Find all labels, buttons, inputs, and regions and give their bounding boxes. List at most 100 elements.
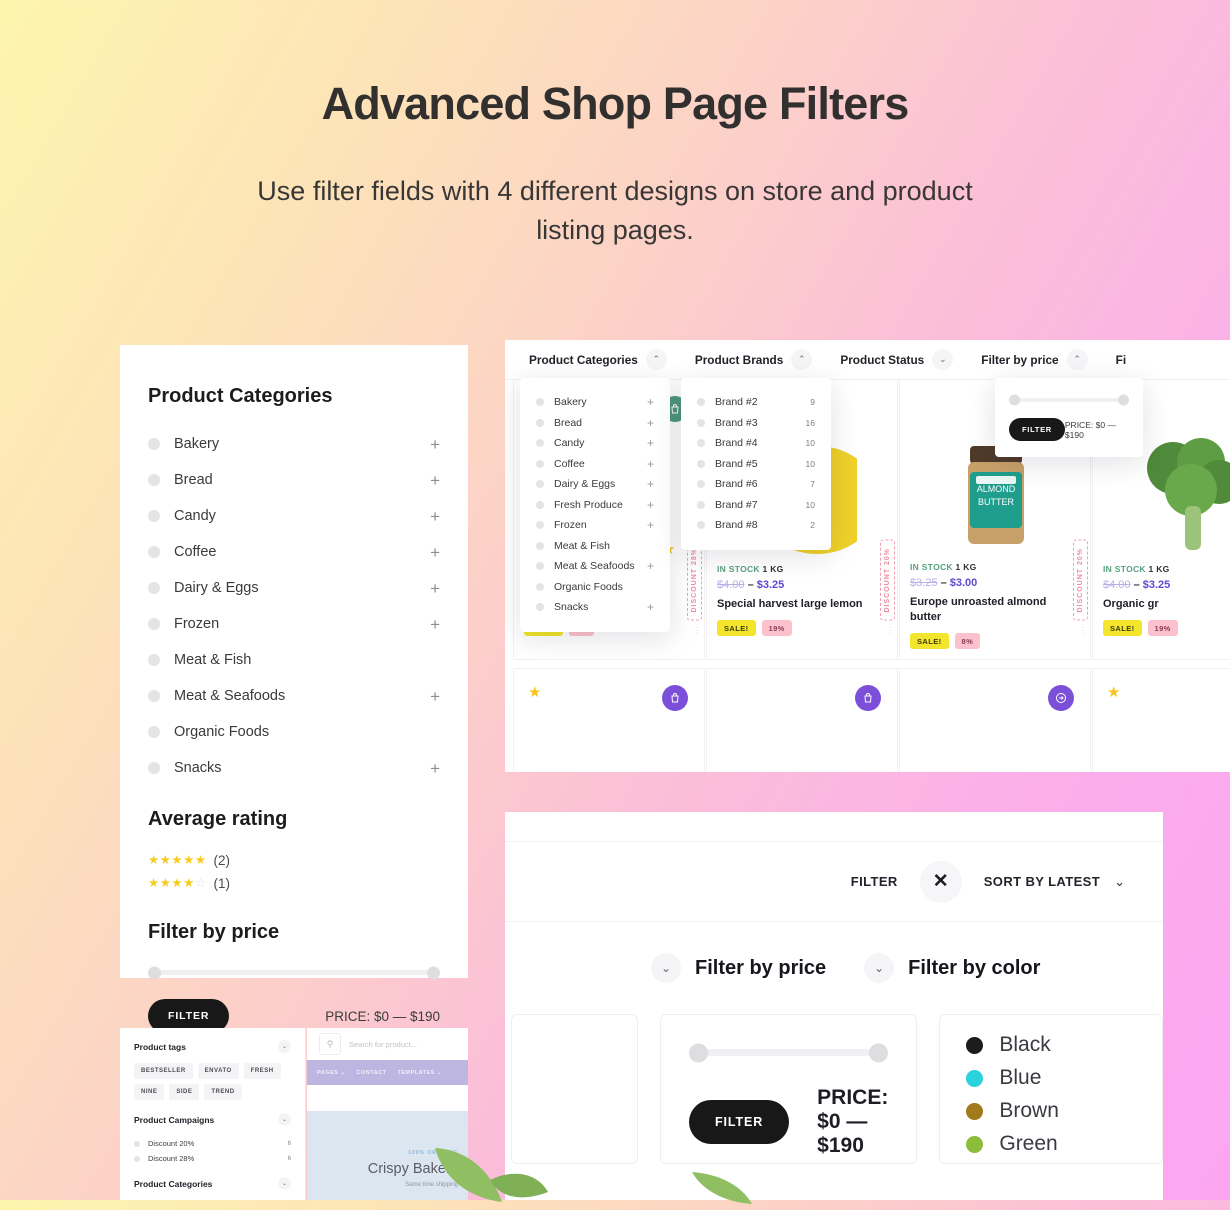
- mini-nav-item[interactable]: PAGES ⌄: [317, 1070, 345, 1076]
- plus-icon[interactable]: +: [430, 544, 440, 561]
- chevron-down-icon[interactable]: ⌄: [864, 953, 895, 983]
- plus-icon[interactable]: +: [647, 396, 654, 408]
- dropdown-price-slider[interactable]: [1009, 394, 1129, 406]
- dropdown-price-max-handle[interactable]: [1118, 394, 1129, 406]
- dropdown-brand-row[interactable]: Brand #2 9: [697, 392, 815, 413]
- search-icon[interactable]: ⚲: [319, 1033, 341, 1055]
- price-range-slider[interactable]: [148, 966, 440, 979]
- dropdown-category-row[interactable]: Fresh Produce +: [536, 495, 654, 516]
- mini-campaigns-header[interactable]: Product Campaigns ⌄: [134, 1113, 291, 1126]
- mini-nav-item[interactable]: TEMPLATES ⌄: [397, 1070, 442, 1076]
- dropdown-category-row[interactable]: Meat & Seafoods +: [536, 556, 654, 577]
- dropdown-brand-row[interactable]: Brand #6 7: [697, 474, 815, 495]
- color-filter-row[interactable]: Blue: [966, 1066, 1136, 1090]
- dropdown-category-row[interactable]: Bread +: [536, 413, 654, 434]
- sidebar-category-row[interactable]: Frozen +: [148, 610, 440, 638]
- price-slider-min-handle[interactable]: [148, 966, 161, 979]
- dropdown-brand-row[interactable]: Brand #4 10: [697, 433, 815, 454]
- product-tag[interactable]: BESTSELLER: [134, 1063, 193, 1079]
- sidebar-category-row[interactable]: Organic Foods: [148, 718, 440, 746]
- dropdown-category-row[interactable]: Meat & Fish: [536, 536, 654, 557]
- plus-icon[interactable]: +: [430, 436, 440, 453]
- dropdown-brand-row[interactable]: Brand #8 2: [697, 515, 815, 536]
- dropdown-price-min-handle[interactable]: [1009, 394, 1020, 406]
- bottom-price-max-handle[interactable]: [869, 1043, 889, 1062]
- dropdown-category-row[interactable]: Coffee +: [536, 454, 654, 475]
- color-filter-row[interactable]: Brown: [966, 1099, 1136, 1123]
- color-filter-row[interactable]: Green: [966, 1132, 1136, 1156]
- product-title[interactable]: Organic gr: [1103, 597, 1230, 611]
- plus-icon[interactable]: +: [647, 478, 654, 490]
- filter-bar-item-3[interactable]: Filter by price ⌃: [967, 349, 1101, 370]
- mini-nav-item[interactable]: CONTACT: [356, 1070, 386, 1076]
- dropdown-category-row[interactable]: Organic Foods: [536, 577, 654, 598]
- dropdown-category-row[interactable]: Candy +: [536, 433, 654, 454]
- drag-handle-dots[interactable]: ⋮: [1079, 627, 1087, 635]
- drag-handle-dots[interactable]: ⋮: [693, 627, 701, 635]
- drag-handle-dots[interactable]: ⋮: [886, 627, 894, 635]
- bottom-filter-header-1[interactable]: ⌄ Filter by color: [864, 953, 1040, 983]
- dropdown-category-row[interactable]: Dairy & Eggs +: [536, 474, 654, 495]
- sidebar-category-row[interactable]: Bread +: [148, 466, 440, 494]
- dropdown-filter-button[interactable]: FILTER: [1009, 418, 1065, 441]
- chevron-down-icon[interactable]: ⌄: [278, 1113, 291, 1126]
- campaign-row[interactable]: Discount 20% 6: [134, 1136, 291, 1151]
- sidebar-category-row[interactable]: Meat & Fish: [148, 646, 440, 674]
- sidebar-category-row[interactable]: Dairy & Eggs +: [148, 574, 440, 602]
- bottom-filter-label[interactable]: FILTER: [851, 874, 898, 889]
- plus-icon[interactable]: +: [647, 560, 654, 572]
- dropdown-category-row[interactable]: Bakery +: [536, 392, 654, 413]
- plus-icon[interactable]: +: [430, 616, 440, 633]
- bottom-filter-header-0[interactable]: ⌄ Filter by price: [651, 953, 826, 983]
- product-tag[interactable]: ENVATO: [197, 1063, 239, 1079]
- plus-icon[interactable]: +: [430, 760, 440, 777]
- mini-search-bar[interactable]: ⚲ Search for product...: [307, 1028, 468, 1060]
- plus-icon[interactable]: +: [647, 519, 654, 531]
- sidebar-category-row[interactable]: Bakery +: [148, 430, 440, 458]
- chevron-up-icon[interactable]: ⌃: [645, 349, 667, 370]
- product-card[interactable]: Organic: [899, 668, 1091, 772]
- product-tag[interactable]: SIDE: [169, 1084, 200, 1100]
- product-tag[interactable]: FRESH: [243, 1063, 281, 1079]
- campaign-row[interactable]: Discount 28% 6: [134, 1151, 291, 1166]
- chevron-down-icon[interactable]: ⌄: [278, 1040, 291, 1053]
- chevron-down-icon[interactable]: ⌄: [932, 349, 954, 370]
- plus-icon[interactable]: +: [647, 417, 654, 429]
- shopping-bag-icon[interactable]: [855, 685, 881, 711]
- product-tag[interactable]: NINE: [134, 1084, 165, 1100]
- dropdown-brand-row[interactable]: Brand #5 10: [697, 454, 815, 475]
- plus-icon[interactable]: +: [647, 437, 654, 449]
- mini-categories-header[interactable]: Product Categories ⌄: [134, 1177, 291, 1190]
- product-tag[interactable]: TREND: [204, 1084, 242, 1100]
- product-card[interactable]: GreatValueP★: [1092, 668, 1230, 772]
- close-icon[interactable]: ✕: [919, 860, 962, 903]
- filter-bar-item-1[interactable]: Product Brands ⌃: [681, 349, 827, 370]
- price-slider-max-handle[interactable]: [427, 966, 440, 979]
- sidebar-category-row[interactable]: Snacks +: [148, 754, 440, 782]
- plus-icon[interactable]: +: [430, 472, 440, 489]
- rating-row[interactable]: ★★★★★ (2): [148, 853, 440, 868]
- dropdown-brand-row[interactable]: Brand #7 10: [697, 495, 815, 516]
- mini-tags-header[interactable]: Product tags ⌄: [134, 1040, 291, 1053]
- plus-icon[interactable]: +: [647, 458, 654, 470]
- chevron-down-icon[interactable]: ⌄: [278, 1177, 291, 1190]
- plus-icon[interactable]: +: [647, 601, 654, 613]
- product-card[interactable]: [706, 668, 898, 772]
- plus-icon[interactable]: +: [430, 508, 440, 525]
- color-filter-row[interactable]: Black: [966, 1033, 1136, 1057]
- shopping-bag-icon[interactable]: [662, 685, 688, 711]
- rating-row[interactable]: ★★★★☆ (1): [148, 876, 440, 891]
- arrow-right-icon[interactable]: [1048, 685, 1074, 711]
- chevron-down-icon[interactable]: ⌄: [651, 953, 681, 983]
- bottom-price-min-handle[interactable]: [688, 1043, 708, 1062]
- sidebar-category-row[interactable]: Coffee +: [148, 538, 440, 566]
- product-card[interactable]: ★: [513, 668, 705, 772]
- sidebar-category-row[interactable]: Candy +: [148, 502, 440, 530]
- bottom-price-slider[interactable]: [688, 1043, 889, 1062]
- bottom-filter-button[interactable]: FILTER: [688, 1100, 790, 1144]
- sidebar-category-row[interactable]: Meat & Seafoods +: [148, 682, 440, 710]
- chevron-up-icon[interactable]: ⌃: [1066, 349, 1088, 370]
- product-title[interactable]: Europe unroasted almond butter: [910, 595, 1080, 624]
- product-title[interactable]: Special harvest large lemon: [717, 597, 887, 611]
- plus-icon[interactable]: +: [430, 688, 440, 705]
